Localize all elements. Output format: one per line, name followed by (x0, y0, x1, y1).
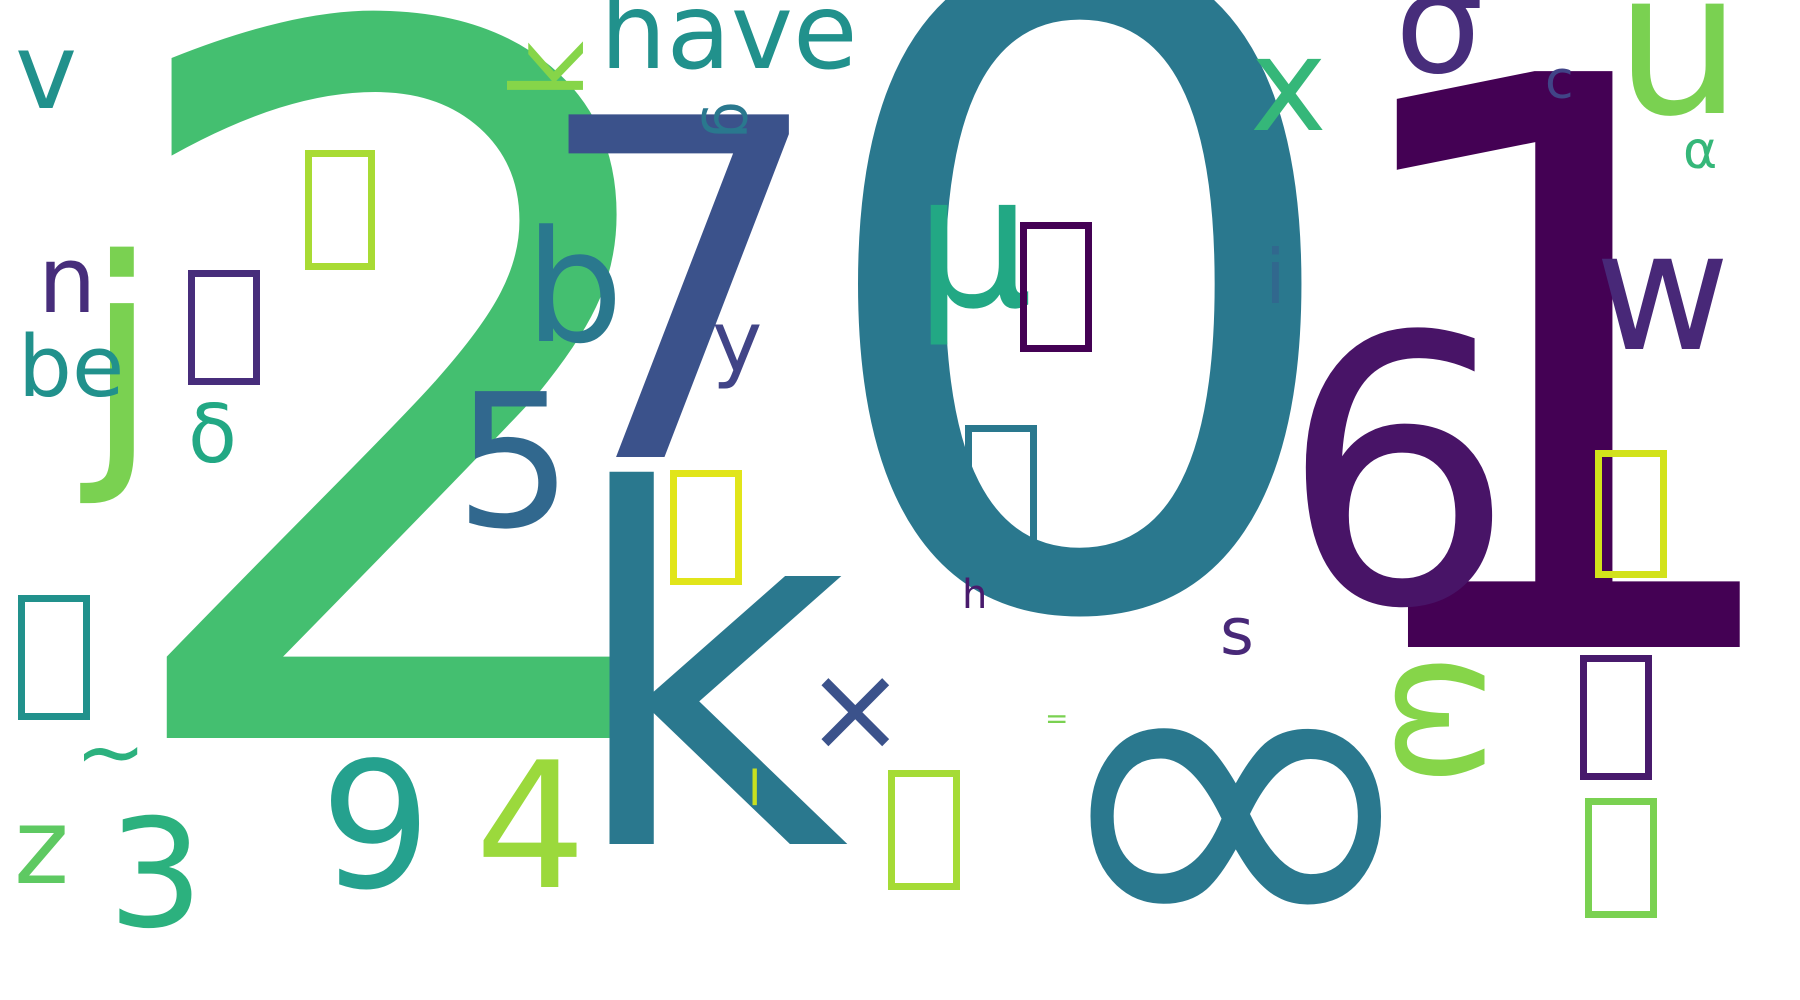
word-z: z (14, 786, 70, 908)
word-w: w (1595, 196, 1730, 388)
word-3: 3 (108, 788, 204, 962)
word-c: c (1545, 51, 1574, 111)
missing-glyph-box (965, 425, 1037, 550)
word-v: v (15, 11, 78, 133)
missing-glyph-box (888, 770, 960, 890)
word-sigma: σ (1395, 0, 1484, 106)
missing-glyph-box (18, 595, 90, 720)
word-4: 4 (475, 726, 587, 929)
word-n: n (38, 227, 97, 334)
word-mu: μ (915, 134, 1033, 350)
word-alpha: α (1683, 121, 1718, 181)
missing-glyph-box (1020, 222, 1092, 352)
word-i: i (1265, 233, 1286, 321)
word-be: be (18, 318, 125, 417)
word-y: y (712, 293, 763, 392)
word-6: 6 (1280, 260, 1516, 690)
word-g-rotated: g (699, 100, 770, 140)
word-h: h (962, 572, 988, 618)
word-tilde: ~ (75, 703, 147, 802)
word-s: s (1220, 595, 1254, 670)
word-cloud: 2 0 1 7 k ∞ 6 5 9 4 3 μ b j u w x v have… (0, 0, 1800, 1000)
word-omega: ω (1358, 653, 1546, 787)
word-b: b (525, 197, 624, 378)
word-9: 9 (320, 726, 432, 929)
missing-glyph-box (188, 270, 260, 385)
missing-glyph-box (1585, 798, 1657, 918)
word-times: × (805, 640, 906, 779)
missing-glyph-box (1595, 450, 1667, 578)
word-u: u (1615, 0, 1742, 161)
missing-glyph-box (1580, 655, 1652, 780)
word-k-rotated: k (489, 41, 607, 99)
word-have: have (600, 0, 858, 93)
word-l: l (748, 761, 762, 817)
word-5: 5 (455, 354, 573, 570)
word-delta: δ (188, 388, 237, 481)
word-x: x (1250, 9, 1327, 161)
word-equals: = (1045, 702, 1069, 735)
missing-glyph-box (670, 470, 742, 585)
missing-glyph-box (305, 150, 375, 270)
